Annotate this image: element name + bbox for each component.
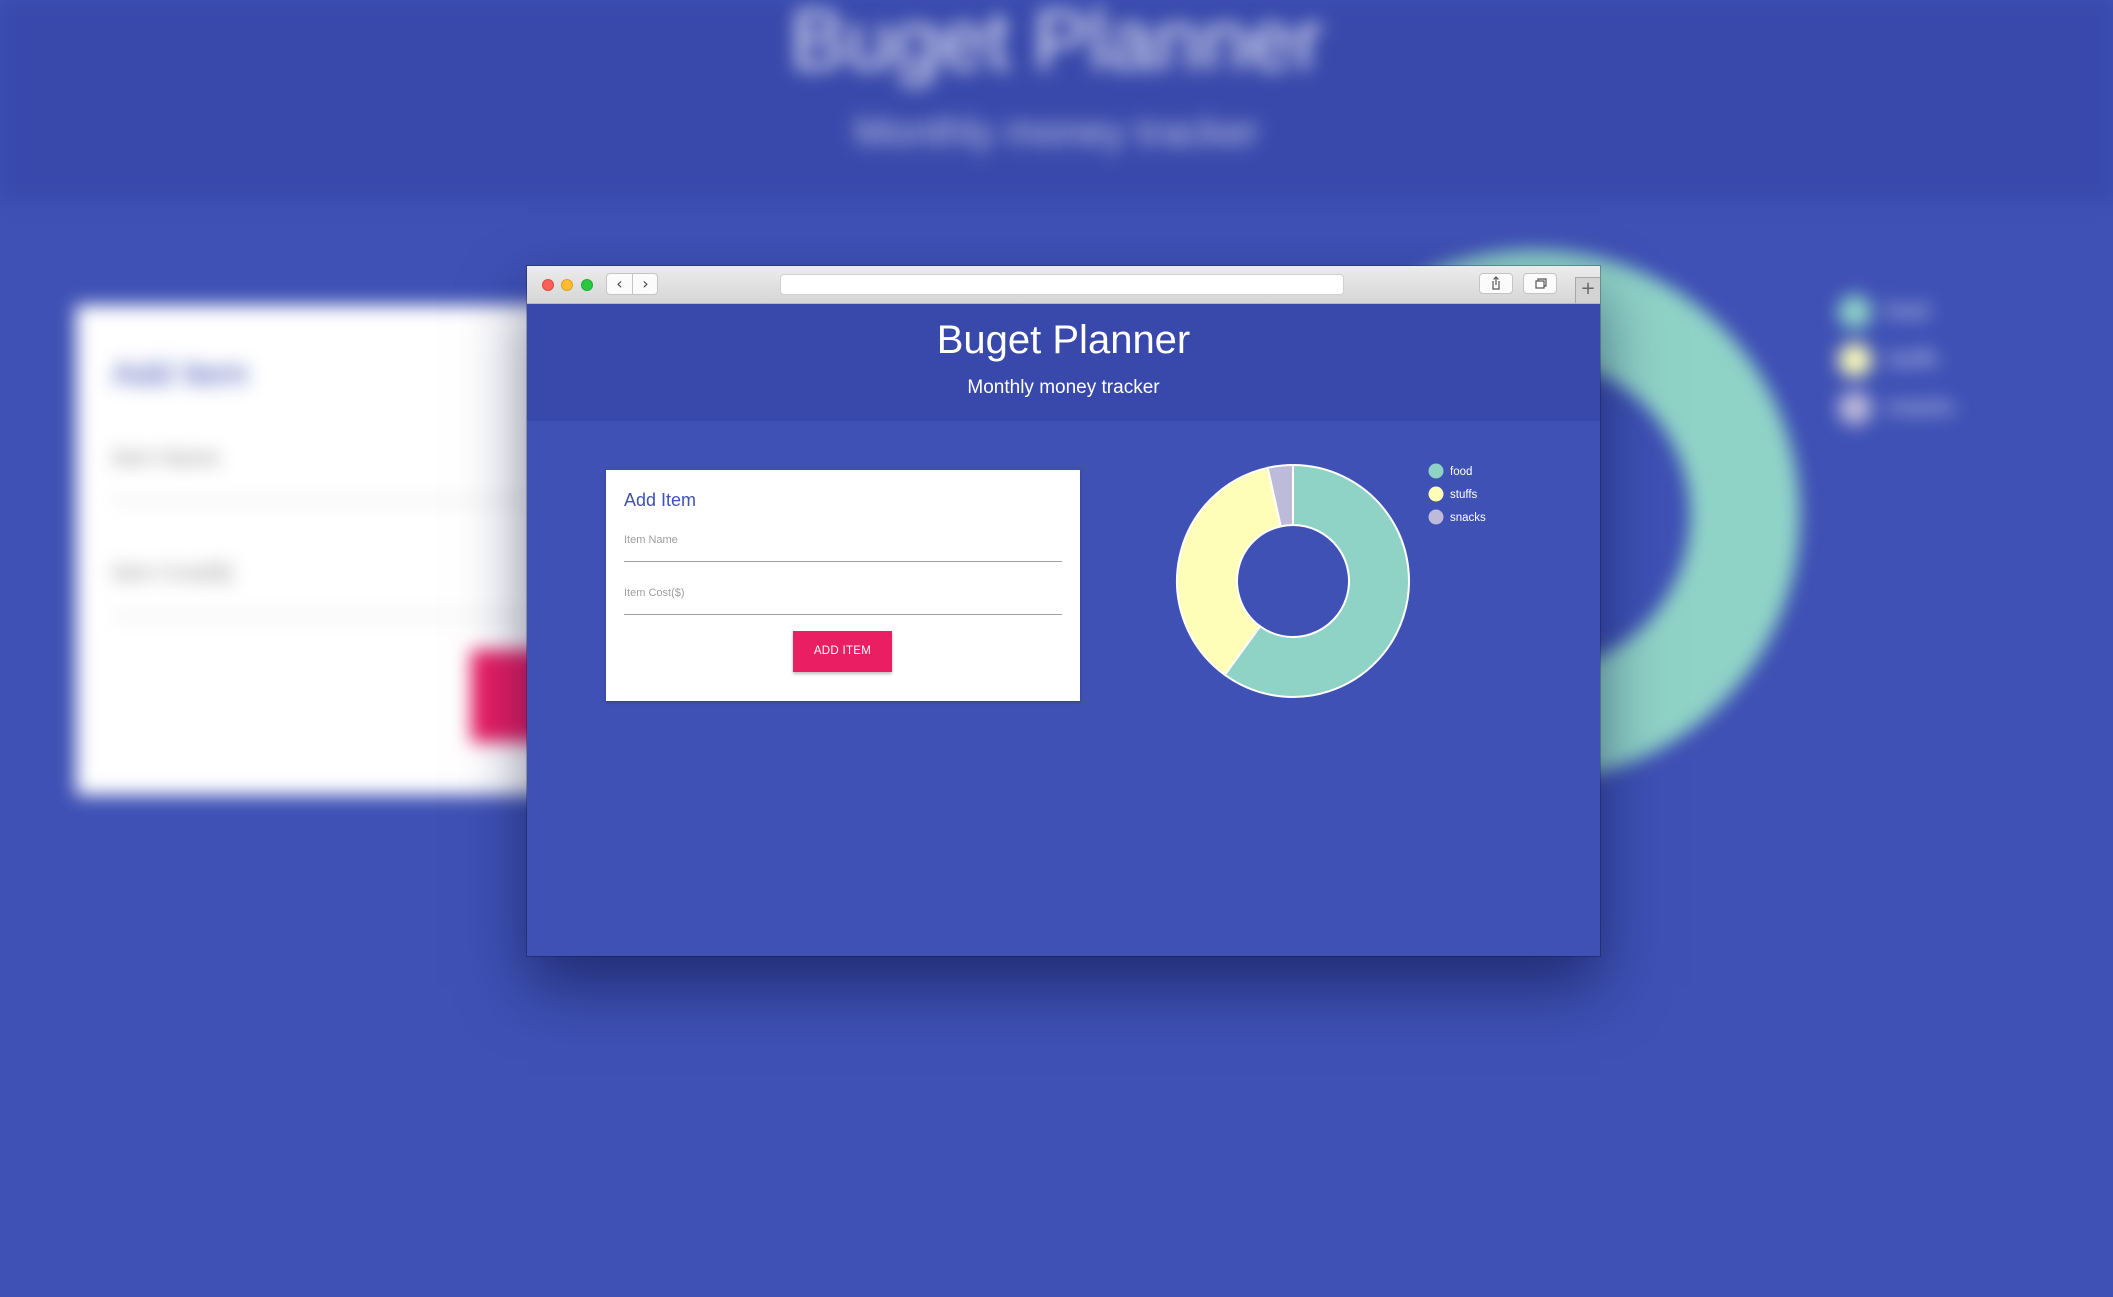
bg-legend-text: stuffs	[1886, 346, 1939, 371]
bg-legend-dot	[1838, 343, 1872, 377]
plus-icon: +	[1580, 278, 1596, 299]
tabs-icon	[1535, 278, 1547, 289]
legend-label-food[interactable]: food	[1450, 466, 1472, 478]
legend-marker-food[interactable]	[1428, 463, 1444, 479]
bg-subtitle: Monthly money tracker	[854, 110, 1259, 154]
page-title: Buget Planner	[936, 318, 1191, 362]
tabs-overview-button[interactable]	[1523, 273, 1557, 294]
budget-donut-chart: food stuffs snacks	[1176, 463, 1486, 698]
bg-legend-dot	[1838, 295, 1872, 329]
bg-title: Buget Planner	[790, 0, 1323, 87]
legend-marker-stuffs[interactable]	[1428, 486, 1444, 502]
bg-item-name-label: Item Name	[112, 445, 220, 470]
bg-legend-dot	[1838, 391, 1872, 425]
bg-legend-text: food	[1886, 298, 1929, 323]
maximize-window-button[interactable]	[581, 279, 593, 291]
forward-button[interactable]: ›	[633, 274, 658, 294]
bg-item-cost-label: Item Cost($)	[112, 560, 234, 585]
app-header: Buget Planner Monthly money tracker	[527, 304, 1600, 421]
browser-titlebar: ‹ › +	[527, 266, 1600, 304]
page-subtitle: Monthly money tracker	[967, 377, 1160, 398]
new-tab-button[interactable]: +	[1575, 277, 1600, 303]
share-button[interactable]	[1479, 273, 1513, 294]
chevron-left-icon: ‹	[616, 274, 623, 293]
back-button[interactable]: ‹	[607, 274, 633, 294]
bg-legend-text: snacks	[1886, 394, 1955, 419]
share-icon	[1492, 276, 1500, 290]
item-name-input[interactable]: Item Name	[624, 531, 1062, 562]
minimize-window-button[interactable]	[561, 279, 573, 291]
item-cost-placeholder: Item Cost($)	[624, 587, 685, 599]
chevron-right-icon: ›	[642, 274, 649, 293]
browser-window: ‹ › + Buget Planner Monthly money tracke…	[527, 266, 1600, 956]
item-cost-input[interactable]: Item Cost($)	[624, 584, 1062, 615]
legend-label-snacks[interactable]: snacks	[1450, 512, 1486, 524]
address-bar[interactable]	[780, 274, 1344, 295]
item-name-placeholder: Item Name	[624, 534, 678, 546]
add-item-button[interactable]: ADD ITEM	[793, 631, 892, 672]
add-item-title: Add Item	[624, 490, 697, 510]
close-window-button[interactable]	[542, 279, 554, 291]
legend-label-stuffs[interactable]: stuffs	[1450, 489, 1478, 501]
bg-card-title: Add Item	[112, 355, 249, 393]
navigation-buttons: ‹ ›	[606, 273, 658, 295]
legend-marker-snacks[interactable]	[1428, 509, 1444, 525]
add-item-card: Add Item Item Name Item Cost($) ADD ITEM	[606, 470, 1080, 701]
bg-header: Buget Planner Monthly money tracker	[0, 0, 2113, 200]
